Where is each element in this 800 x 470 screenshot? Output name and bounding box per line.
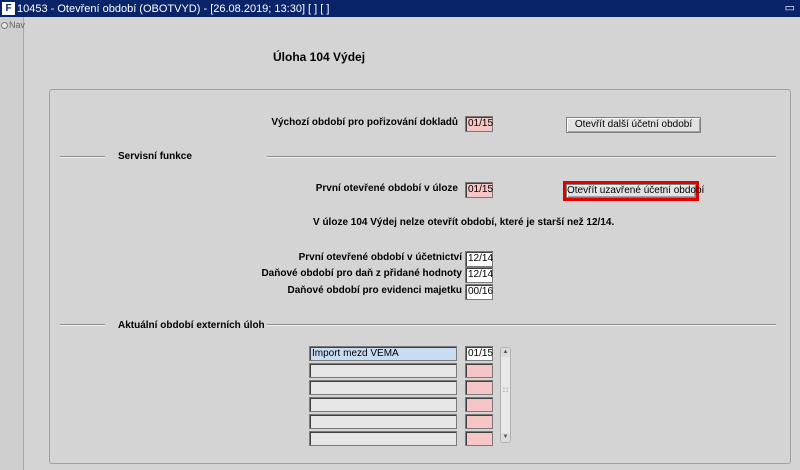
restore-window-icon[interactable]: ▭ xyxy=(785,1,795,14)
assets-period-field[interactable]: 00/16 xyxy=(465,284,493,300)
external-task-name[interactable] xyxy=(309,431,457,446)
app-logo-icon: F xyxy=(2,2,15,15)
external-tasks-scrollbar[interactable]: ▲ • • • • ▼ xyxy=(500,347,511,443)
accounting-period-field[interactable]: 12/14 xyxy=(465,251,493,267)
external-task-period[interactable] xyxy=(465,363,493,378)
first-open-period-label: První otevřené období v úloze xyxy=(315,183,458,194)
external-separator-right xyxy=(267,324,776,326)
external-task-name[interactable] xyxy=(309,380,457,395)
open-closed-period-button[interactable]: Otevřít uzavřené účetní období xyxy=(566,184,704,198)
service-section-title: Servisní funkce xyxy=(118,151,192,162)
service-separator-left xyxy=(60,156,105,158)
service-separator-right xyxy=(267,156,776,158)
nav-strip: Nav xyxy=(0,17,25,470)
page-title: Úloha 104 Výdej xyxy=(273,50,366,64)
default-period-label: Výchozí období pro pořizování dokladů xyxy=(271,117,458,128)
vat-period-field[interactable]: 12/14 xyxy=(465,267,493,283)
open-next-period-button[interactable]: Otevřít další účetní období xyxy=(566,117,701,133)
external-task-period[interactable]: 01/15 xyxy=(465,346,493,361)
nav-circle-icon xyxy=(1,21,8,29)
external-task-name[interactable]: Import mezd VEMA xyxy=(309,346,457,361)
external-section-title: Aktuální období externích úloh xyxy=(118,320,265,331)
vat-period-label: Daňové období pro daň z přidané hodnoty xyxy=(261,268,462,279)
external-task-name[interactable] xyxy=(309,397,457,412)
external-task-period[interactable] xyxy=(465,431,493,446)
external-task-period[interactable] xyxy=(465,380,493,395)
window-title: 10453 - Otevření období (OBOTVYD) - [26.… xyxy=(17,2,330,15)
external-task-period[interactable] xyxy=(465,414,493,429)
main-content: Úloha 104 Výdej Výchozí období pro pořiz… xyxy=(25,17,800,470)
external-task-name[interactable] xyxy=(309,414,457,429)
scroll-up-icon[interactable]: ▲ xyxy=(501,348,510,357)
main-panel: Výchozí období pro pořizování dokladů 01… xyxy=(49,89,791,464)
external-separator-left xyxy=(60,324,105,326)
nav-label: Nav xyxy=(9,20,26,30)
nav-tab[interactable]: Nav xyxy=(1,20,25,30)
scroll-down-icon[interactable]: ▼ xyxy=(501,433,510,442)
accounting-period-label: První otevřené období v účetnictví xyxy=(298,252,462,263)
first-open-period-field[interactable]: 01/15 xyxy=(465,182,493,198)
external-task-period[interactable] xyxy=(465,397,493,412)
window-titlebar: F 10453 - Otevření období (OBOTVYD) - [2… xyxy=(0,0,800,17)
scroll-grip-icon[interactable]: • • • • xyxy=(503,387,508,402)
period-restriction-notice: V úloze 104 Výdej nelze otevřít období, … xyxy=(313,217,615,228)
assets-period-label: Daňové období pro evidenci majetku xyxy=(287,285,462,296)
external-task-name[interactable] xyxy=(309,363,457,378)
default-period-field[interactable]: 01/15 xyxy=(465,116,493,132)
